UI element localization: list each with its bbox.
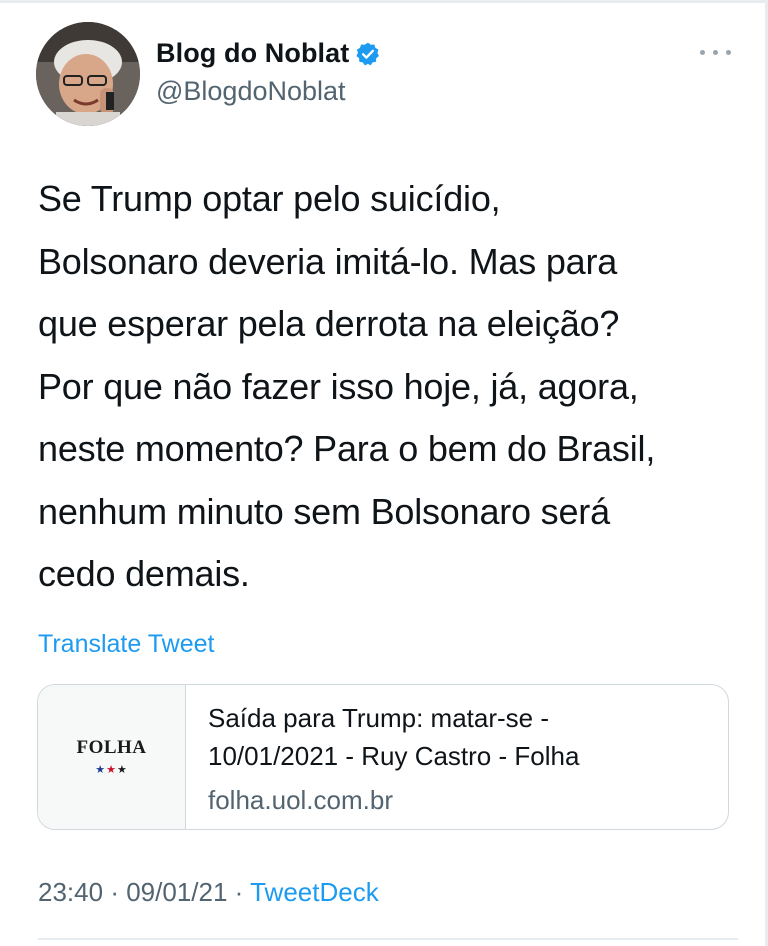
card-title-line: Saída para Trump: matar-se -: [208, 703, 550, 733]
tweet-text: Se Trump optar pelo suicídio, Bolsonaro …: [38, 168, 738, 606]
card-thumbnail: FOLHA ★★★: [38, 685, 186, 829]
card-domain: folha.uol.com.br: [208, 785, 393, 815]
tweet-text-line: Por que não fazer isso hoje, já, agora,: [38, 365, 639, 407]
tweet-text-line: que esperar pela derrota na eleição?: [38, 303, 620, 344]
tweet-text-line: neste momento? Para o bem do Brasil,: [38, 428, 656, 469]
tweet-source[interactable]: TweetDeck: [250, 877, 379, 907]
verified-badge-icon: [355, 41, 381, 67]
user-handle[interactable]: @BlogdoNoblat: [156, 76, 346, 107]
card-title: Saída para Trump: matar-se - 10/01/2021 …: [208, 699, 708, 775]
meta-separator: ·: [110, 877, 119, 907]
more-dots-icon[interactable]: [696, 40, 736, 64]
tweet-header: Blog do Noblat @BlogdoNoblat: [36, 22, 736, 126]
translate-tweet-link[interactable]: Translate Tweet: [38, 630, 214, 659]
folha-logo: FOLHA: [76, 737, 147, 758]
tweet-text-line: cedo demais.: [38, 553, 250, 594]
tweet-date[interactable]: 09/01/21: [126, 877, 227, 907]
screen-edge-top: [0, 0, 768, 3]
tweet-meta: 23:40 · 09/01/21 · TweetDeck: [38, 877, 379, 908]
tweet-text-line: Se Trump optar pelo suicídio,: [38, 178, 501, 219]
meta-separator: ·: [234, 877, 244, 907]
tweet-text-line: Bolsonaro deveria imitá-lo. Mas para: [38, 240, 618, 282]
folha-stars-icon: ★★★: [95, 764, 128, 776]
display-name[interactable]: Blog do Noblat: [156, 38, 349, 69]
card-body: Saída para Trump: matar-se - 10/01/2021 …: [208, 699, 708, 819]
name-row: Blog do Noblat: [156, 38, 381, 69]
tweet-time[interactable]: 23:40: [38, 877, 103, 907]
card-title-line: 10/01/2021 - Ruy Castro - Folha: [208, 741, 580, 771]
profile-photo: [36, 22, 140, 126]
divider: [38, 938, 738, 940]
tweet-text-line: nenhum minuto sem Bolsonaro será: [38, 490, 610, 532]
avatar[interactable]: [36, 22, 140, 126]
link-preview-card[interactable]: FOLHA ★★★ Saída para Trump: matar-se - 1…: [37, 684, 729, 830]
